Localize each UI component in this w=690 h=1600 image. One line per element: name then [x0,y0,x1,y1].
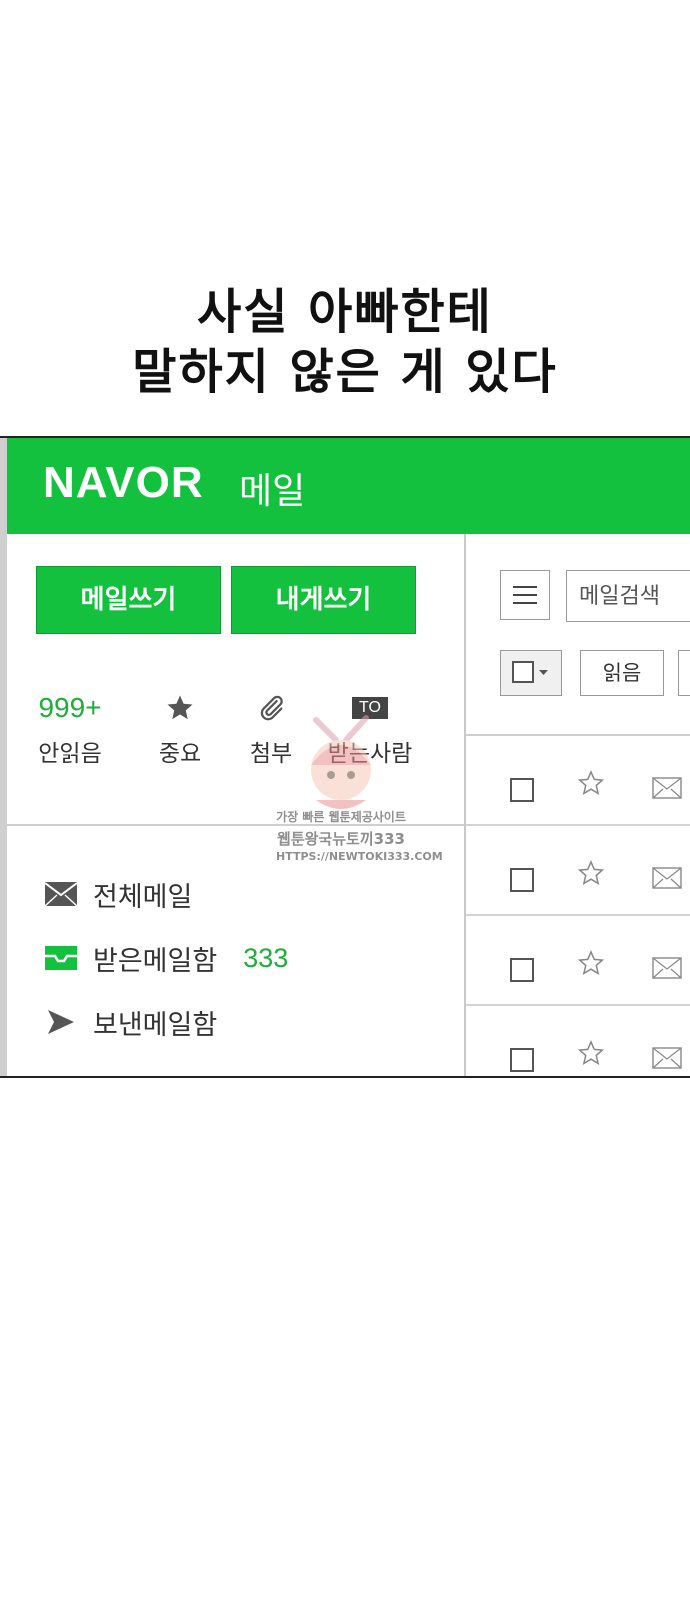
star-outline-icon[interactable] [576,1039,606,1067]
watermark-line-3: HTTPS://NEWTOKI333.COM [276,850,443,863]
mascot-icon [311,715,371,809]
star-icon [167,695,193,720]
envelope-outline-icon[interactable] [652,867,682,889]
mail-row[interactable] [466,736,690,826]
row-checkbox[interactable] [510,868,534,892]
mail-row[interactable] [466,1006,690,1076]
watermark: 가장 빠른 웹툰제공사이트 웹툰왕국뉴토끼333 HTTPS://NEWTOKI… [276,700,443,880]
envelope-outline-icon[interactable] [652,777,682,799]
folder-sent[interactable]: 보낸메일함 [43,1002,217,1042]
paper-plane-icon [43,1007,79,1037]
window-edge [0,438,7,1076]
menu-button[interactable] [500,570,550,620]
hamburger-icon [513,586,537,604]
write-to-self-button[interactable]: 내게쓰기 [231,566,416,634]
star-outline-icon[interactable] [576,949,606,977]
quick-filter-label: 중요 [158,741,202,767]
envelope-outline-icon[interactable] [652,1047,682,1069]
folder-inbox[interactable]: 받은메일함 333 [43,938,288,978]
star-outline-icon[interactable] [576,859,606,887]
row-checkbox[interactable] [510,778,534,802]
mail-row[interactable] [466,826,690,916]
watermark-line-2: 웹툰왕국뉴토끼333 [277,830,405,848]
folder-all-mail[interactable]: 전체메일 [43,874,192,914]
row-checkbox[interactable] [510,1048,534,1072]
mail-list-area: 읽음 [466,534,690,1076]
quick-filter-label: 안읽음 [38,741,102,767]
envelope-icon [43,879,79,909]
folder-name: 받은메일함 [93,945,218,977]
select-all-checkbox[interactable] [500,650,562,696]
folder-name: 전체메일 [93,881,193,913]
caption-line-1: 사실 아빠한테 [197,284,493,340]
brand-service-name[interactable]: 메일 [239,462,305,514]
mail-row[interactable] [466,916,690,1006]
folder-name: 보낸메일함 [93,1009,218,1041]
caption-line-2: 말하지 않은 게 있다 [132,344,558,400]
caption: 사실 아빠한테 말하지 않은 게 있다 [0,282,690,402]
row-checkbox[interactable] [510,958,534,982]
inbox-icon [43,943,79,973]
inbox-unread-count: 333 [243,942,289,973]
star-outline-icon[interactable] [576,769,606,797]
quick-filter-important[interactable]: 중요 [150,688,210,768]
quick-filter-unread[interactable]: 999+ 안읽음 [35,688,105,768]
envelope-outline-icon[interactable] [652,957,682,979]
compose-button[interactable]: 메일쓰기 [36,566,221,634]
mark-read-button[interactable]: 읽음 [580,650,664,696]
more-toolbar-button[interactable] [678,650,690,696]
search-input[interactable] [566,570,690,622]
app-header: NAVOR 메일 [7,438,690,534]
brand-logo[interactable]: NAVOR [43,458,204,508]
unread-count: 999+ [38,692,102,723]
watermark-line-1: 가장 빠른 웹툰제공사이트 [276,810,406,824]
